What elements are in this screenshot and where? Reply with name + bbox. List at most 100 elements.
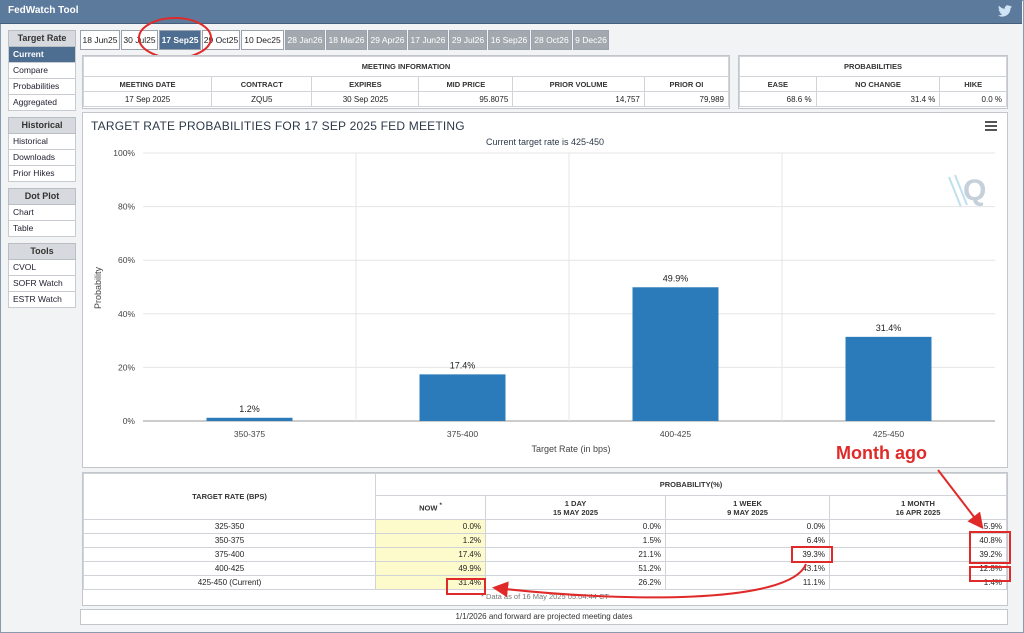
y-tick-label: 60%: [118, 255, 135, 265]
col-prior-volume: PRIOR VOLUME: [512, 76, 645, 92]
sidebar-item-cvol[interactable]: CVOL: [8, 260, 76, 276]
col-no-change: NO CHANGE: [815, 76, 941, 92]
col-contract: CONTRACT: [211, 76, 313, 92]
bar-value-label: 17.4%: [450, 360, 476, 370]
table-row: 400-425 49.9% 51.2% 43.1% 12.8%: [83, 561, 1007, 576]
sidebar-item-sofr-watch[interactable]: SOFR Watch: [8, 276, 76, 292]
sidebar-item-downloads[interactable]: Downloads: [8, 150, 76, 166]
app-title: FedWatch Tool: [8, 5, 79, 16]
x-tick-label: 350-375: [234, 429, 265, 439]
bar-350-375[interactable]: [206, 417, 293, 421]
now-cell: 49.9%: [375, 561, 486, 576]
rate-cell: 375-400: [83, 547, 376, 562]
probability-header: PROBABILITY(%): [375, 473, 1007, 496]
bar-chart: Q Probability Target Rate (in bps) 0% 20%…: [93, 148, 995, 454]
sidebar-heading-dot-plot: Dot Plot: [8, 188, 76, 205]
day-cell: 1.5%: [485, 533, 666, 548]
now-highlight-box: [446, 578, 486, 595]
y-tick-label: 0%: [123, 416, 136, 426]
day-cell: 26.2%: [485, 575, 666, 590]
day-cell: 51.2%: [485, 561, 666, 576]
col-meeting-date: MEETING DATE: [82, 76, 213, 92]
data-as-of-note: * Data as of 16 May 2025 05:04:44 CT: [481, 592, 609, 602]
bar-425-450[interactable]: [845, 336, 932, 421]
sidebar-item-historical[interactable]: Historical: [8, 134, 76, 150]
meeting-info-panel: MEETING INFORMATION MEETING DATE CONTRAC…: [82, 55, 730, 109]
now-cell: 0.0%: [375, 519, 486, 534]
col-hike: HIKE: [939, 76, 1007, 92]
tab-29-apr26[interactable]: 29 Apr26: [368, 30, 407, 50]
tab-28-jan26[interactable]: 28 Jan26: [285, 30, 325, 50]
x-axis-label: Target Rate (in bps): [531, 444, 610, 454]
bar-value-label: 49.9%: [663, 273, 689, 283]
tab-29-jul26[interactable]: 29 Jul26: [449, 30, 487, 50]
tab-18-mar26[interactable]: 18 Mar26: [326, 30, 367, 50]
col-now: NOW *: [375, 495, 486, 520]
x-tick-label: 400-425: [660, 429, 691, 439]
table-row: 425-450 (Current) 31.4% 26.2% 11.1% 1.4%: [83, 575, 1007, 590]
bar-value-label: 31.4%: [876, 323, 902, 333]
projected-dates-footer: 1/1/2026 and forward are projected meeti…: [80, 609, 1008, 625]
expires-value: 30 Sep 2025: [311, 91, 420, 107]
prior-volume-value: 14,757: [512, 91, 645, 107]
no-change-value: 31.4 %: [815, 91, 941, 107]
col-ease: EASE: [739, 76, 817, 92]
tab-28-oct26[interactable]: 28 Oct26: [531, 30, 572, 50]
y-tick-label: 80%: [118, 202, 135, 212]
col-1-week: 1 WEEK 9 MAY 2025: [665, 495, 830, 520]
sidebar-heading-tools: Tools: [8, 243, 76, 260]
mid-price-value: 95.8075: [418, 91, 514, 107]
bar-value-label: 1.2%: [239, 404, 260, 414]
col-expires: EXPIRES: [311, 76, 420, 92]
prior-oi-value: 79,989: [643, 91, 730, 107]
ease-value: 68.6 %: [739, 91, 817, 107]
table-row: 325-350 0.0% 0.0% 0.0% 5.9%: [83, 519, 1007, 534]
table-row: 375-400 17.4% 21.1% 39.3% 39.2%: [83, 547, 1007, 562]
sidebar: Target Rate Current Compare Probabilitie…: [8, 30, 76, 308]
now-cell: 17.4%: [375, 547, 486, 562]
y-axis-label: Probability: [93, 266, 103, 309]
y-tick-label: 100%: [113, 148, 135, 158]
week-cell: 11.1%: [665, 575, 830, 590]
sidebar-item-probabilities[interactable]: Probabilities: [8, 79, 76, 95]
sidebar-item-prior-hikes[interactable]: Prior Hikes: [8, 166, 76, 182]
tab-18-jun25[interactable]: 18 Jun25: [80, 30, 120, 50]
contract-value: ZQU5: [211, 91, 313, 107]
sidebar-item-estr-watch[interactable]: ESTR Watch: [8, 292, 76, 308]
tab-9-dec26[interactable]: 9 Dec26: [573, 30, 609, 50]
tab-17-jun26[interactable]: 17 Jun26: [408, 30, 448, 50]
month-ago-annotation: Month ago: [836, 443, 927, 463]
sidebar-heading-historical: Historical: [8, 117, 76, 134]
bar-400-425[interactable]: [632, 287, 719, 421]
bar-375-400[interactable]: [419, 374, 506, 421]
meeting-date-value: 17 Sep 2025: [82, 91, 213, 107]
x-tick-label: 425-450: [873, 429, 904, 439]
table-row: 350-375 1.2% 1.5% 6.4% 40.8%: [83, 533, 1007, 548]
sidebar-heading-target-rate: Target Rate: [8, 30, 76, 47]
col-mid-price: MID PRICE: [418, 76, 514, 92]
y-tick-label: 20%: [118, 362, 135, 372]
probability-table-panel: TARGET RATE (BPS) PROBABILITY(%) NOW * 1…: [82, 472, 1008, 606]
probabilities-panel: PROBABILITIES EASE NO CHANGE HIKE 68.6 %…: [738, 55, 1008, 109]
now-cell: 1.2%: [375, 533, 486, 548]
target-rate-header: TARGET RATE (BPS): [83, 473, 376, 520]
hike-value: 0.0 %: [939, 91, 1007, 107]
month-ago-highlight-box: [969, 531, 1011, 564]
col-prior-oi: PRIOR OI: [643, 76, 730, 92]
sidebar-item-aggregated[interactable]: Aggregated: [8, 95, 76, 111]
col-1-day: 1 DAY 15 MAY 2025: [485, 495, 666, 520]
y-tick-label: 40%: [118, 309, 135, 319]
chart-panel: TARGET RATE PROBABILITIES FOR 17 SEP 202…: [82, 112, 1008, 468]
sidebar-item-compare[interactable]: Compare: [8, 63, 76, 79]
twitter-icon[interactable]: [998, 5, 1012, 17]
sidebar-item-chart[interactable]: Chart: [8, 205, 76, 221]
x-tick-label: 375-400: [447, 429, 478, 439]
sidebar-item-table[interactable]: Table: [8, 221, 76, 237]
month-ago-row-highlight: [969, 566, 1011, 582]
rate-cell: 400-425: [83, 561, 376, 576]
probabilities-heading: PROBABILITIES: [739, 56, 1007, 77]
day-cell: 0.0%: [485, 519, 666, 534]
sidebar-item-current[interactable]: Current: [8, 47, 76, 63]
tab-16-sep26[interactable]: 16 Sep26: [488, 30, 530, 50]
tab-10-dec25[interactable]: 10 Dec25: [241, 30, 284, 50]
